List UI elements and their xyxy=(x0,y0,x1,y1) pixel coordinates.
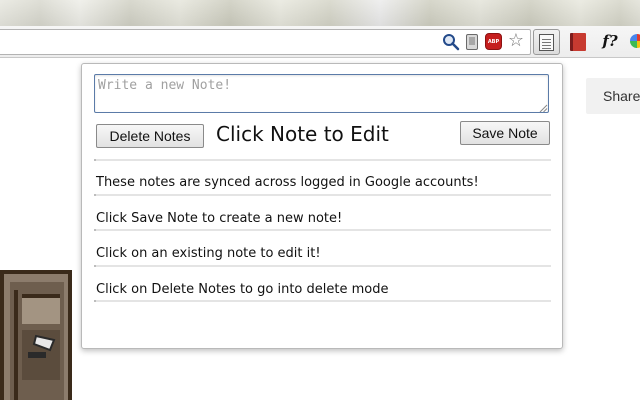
note-text: Click on Delete Notes to go into delete … xyxy=(96,281,389,297)
note-item[interactable]: These notes are synced across logged in … xyxy=(94,160,551,196)
notes-popup: Delete Notes Click Note to Edit Save Not… xyxy=(81,63,563,349)
f-question-icon[interactable]: f? xyxy=(598,30,622,52)
f-question-label: f? xyxy=(602,32,618,50)
note-item[interactable]: Click on Delete Notes to go into delete … xyxy=(94,267,551,302)
abp-label: ABP xyxy=(487,38,500,45)
search-icon[interactable] xyxy=(442,33,460,51)
edit-hint-text: Click Note to Edit xyxy=(216,122,389,146)
save-note-label: Save Note xyxy=(472,125,538,141)
new-note-input[interactable] xyxy=(94,74,549,113)
note-divider xyxy=(94,300,551,302)
colorful-pin-icon[interactable] xyxy=(630,34,640,48)
delete-notes-button[interactable]: Delete Notes xyxy=(96,124,204,148)
note-text: These notes are synced across logged in … xyxy=(96,175,479,190)
share-button[interactable]: Share xyxy=(586,78,640,114)
notepad-icon xyxy=(539,33,554,51)
note-item[interactable]: Click on an existing note to edit it! xyxy=(94,231,551,267)
notes-list: These notes are synced across logged in … xyxy=(94,160,551,302)
save-note-button[interactable]: Save Note xyxy=(460,121,550,145)
notes-extension-icon[interactable] xyxy=(533,29,560,55)
note-item[interactable]: Click Save Note to create a new note! xyxy=(94,196,551,231)
star-icon[interactable]: ☆ xyxy=(506,31,526,51)
phone-icon[interactable] xyxy=(466,34,478,50)
book-icon[interactable] xyxy=(570,33,586,51)
abp-icon[interactable]: ABP xyxy=(485,33,502,50)
note-text: Click Save Note to create a new note! xyxy=(96,210,343,226)
note-text: Click on an existing note to edit it! xyxy=(96,246,321,261)
share-label: Share xyxy=(603,88,640,104)
pixel-art-box-icon xyxy=(0,270,72,400)
window-tab-strip xyxy=(0,0,640,26)
delete-notes-label: Delete Notes xyxy=(109,128,191,144)
